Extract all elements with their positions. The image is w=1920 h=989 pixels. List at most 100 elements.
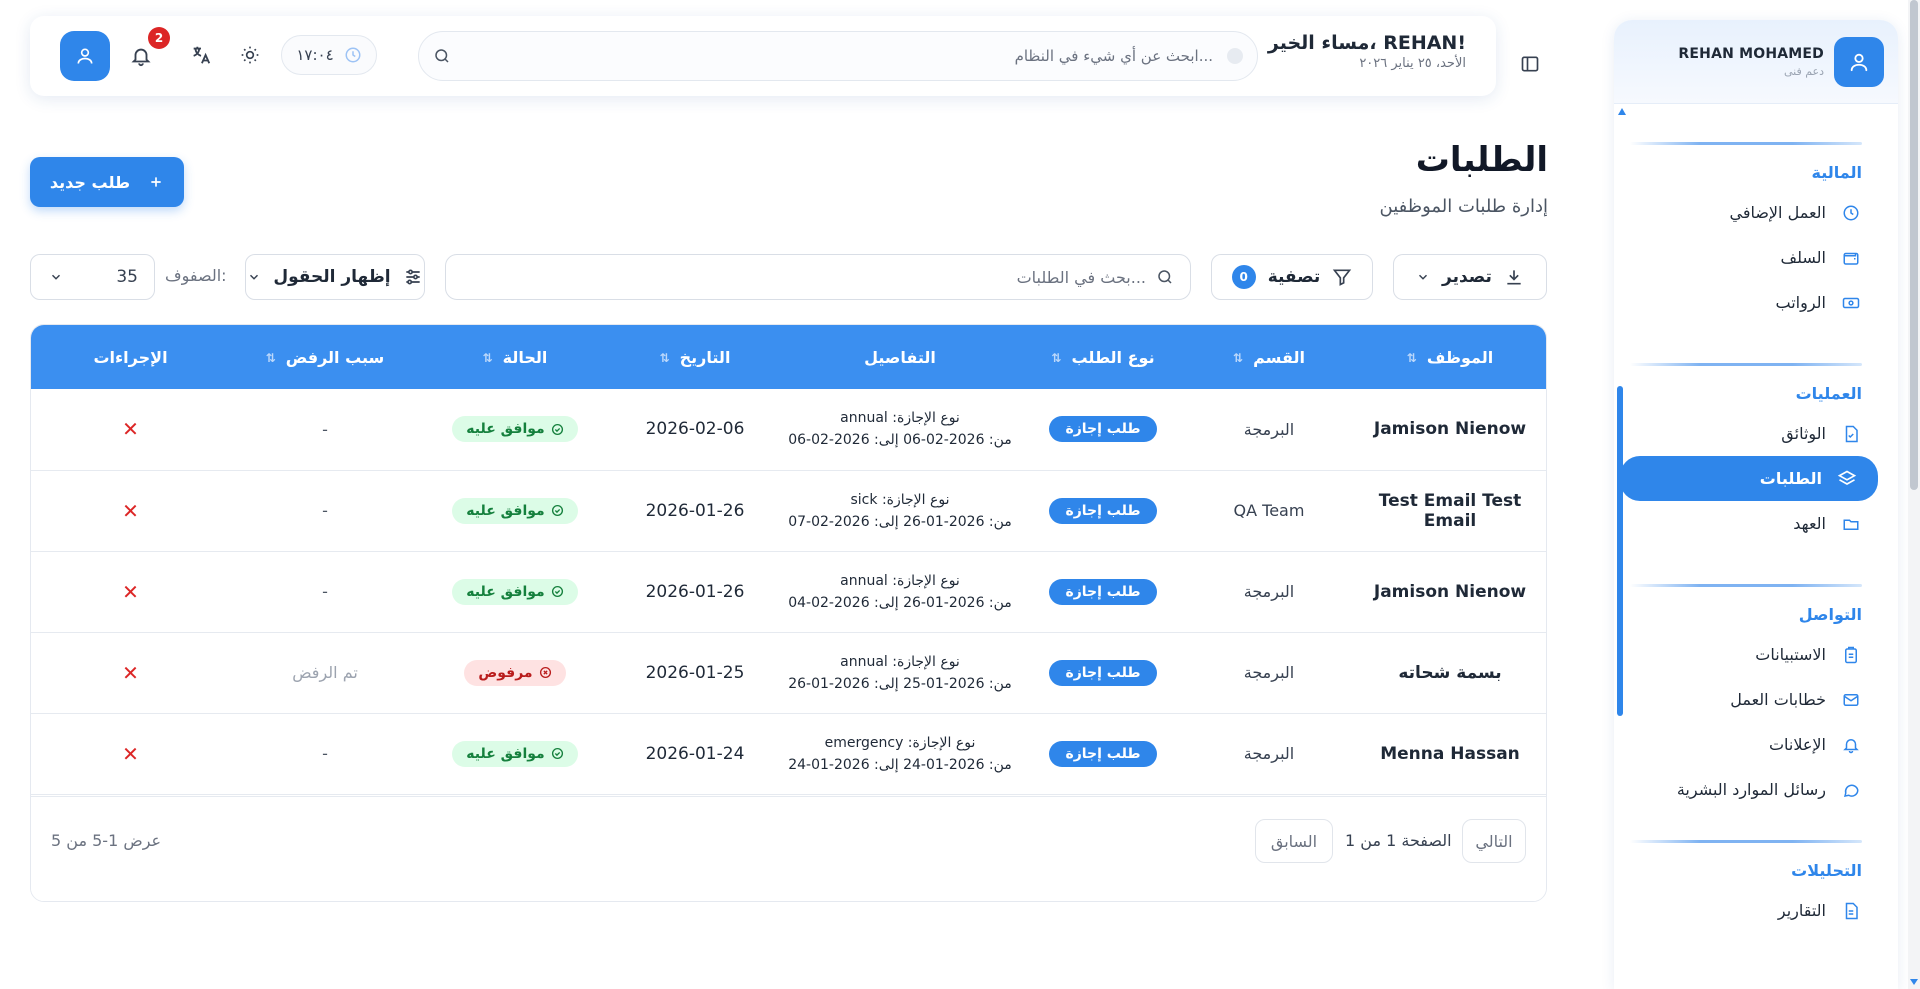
- filter-label: تصفية: [1267, 267, 1321, 287]
- sidebar-section-title: العمليات: [1795, 384, 1862, 403]
- table-row[interactable]: Jamison Nienow البرمجة طلب إجازة نوع الإجاز…: [31, 389, 1546, 470]
- global-search-input[interactable]: ابحث عن أي شيء في النظام...: [418, 31, 1258, 81]
- column-header-type[interactable]: نوع الطلب⇅: [1020, 325, 1186, 389]
- next-page-button[interactable]: التالي: [1462, 819, 1526, 863]
- cell-date: 2026-01-25: [645, 662, 745, 683]
- cell-status: موافق عليه: [420, 713, 610, 794]
- window-scrollbar[interactable]: [1908, 0, 1920, 989]
- file-text-icon: [1840, 902, 1862, 920]
- column-header-date[interactable]: التاريخ⇅: [610, 325, 780, 389]
- sort-icon: ⇅: [482, 351, 493, 365]
- notifications-bell-icon[interactable]: [130, 45, 152, 67]
- delete-x-icon[interactable]: ✕: [122, 417, 139, 441]
- detail-line-1: نوع الإجازة: annual: [840, 410, 960, 427]
- sidebar-item-documents[interactable]: الوثائق: [1630, 411, 1862, 456]
- sidebar-item-surveys[interactable]: الاستبيانات: [1630, 632, 1862, 677]
- show-fields-button[interactable]: إظهار الحقول: [245, 254, 425, 300]
- request-type-badge: طلب إجازة: [1049, 497, 1157, 524]
- sidebar-item-label: الطلبات: [1759, 469, 1822, 488]
- sidebar-scrollbar[interactable]: [1617, 386, 1623, 716]
- column-header-department[interactable]: القسم⇅: [1186, 325, 1352, 389]
- delete-x-icon[interactable]: ✕: [122, 580, 139, 604]
- column-header-reject-reason[interactable]: سبب الرفض⇅: [230, 325, 420, 389]
- table-row[interactable]: Test Email Test Email QA Team طلب إجازة نوع…: [31, 470, 1546, 551]
- column-header-employee[interactable]: الموظف⇅: [1352, 325, 1546, 389]
- sidebar-toggle-icon[interactable]: [1520, 54, 1540, 74]
- scroll-up-arrow-icon[interactable]: [1618, 108, 1626, 115]
- scrollbar-thumb[interactable]: [1910, 0, 1918, 490]
- request-type-badge: طلب إجازة: [1049, 659, 1157, 686]
- export-button[interactable]: تصدير: [1393, 254, 1547, 300]
- sidebar-section-communication: التواصل الاستبيانات خطابات العمل الإعلان…: [1614, 546, 1898, 812]
- table-row[interactable]: Menna Hassan البرمجة طلب إجازة نوع الإجازة:…: [31, 713, 1546, 794]
- page-subtitle: إدارة طلبات الموظفين: [1379, 196, 1549, 217]
- sidebar-item-reports[interactable]: التقارير: [1630, 888, 1862, 933]
- filter-button[interactable]: 0 تصفية: [1211, 254, 1373, 300]
- detail-line-1: نوع الإجازة: annual: [840, 572, 960, 589]
- filter-count-badge: 0: [1231, 265, 1256, 289]
- sidebar-item-label: رسائل الموارد البشرية: [1676, 780, 1826, 799]
- rows-per-page-select[interactable]: 35: [30, 254, 155, 300]
- cell-details: نوع الإجازة: annual من: 2026-01-26 إلى: 2…: [780, 551, 1020, 632]
- cell-date: 2026-02-06: [645, 419, 745, 440]
- cell-date: 2026-01-26: [645, 581, 745, 602]
- global-search-placeholder: ابحث عن أي شيء في النظام...: [1014, 47, 1213, 65]
- table-row[interactable]: Jamison Nienow البرمجة طلب إجازة نوع الإجاز…: [31, 551, 1546, 632]
- new-request-button[interactable]: طلب جديد: [30, 157, 184, 207]
- sidebar-item-advances[interactable]: السلف: [1630, 235, 1862, 280]
- detail-line-2: من: 2026-01-25 إلى: 2026-01-26: [788, 675, 1012, 692]
- sidebar-item-label: العهد: [1793, 514, 1826, 533]
- column-header-status[interactable]: الحالة⇅: [420, 325, 610, 389]
- show-fields-label: إظهار الحقول: [273, 267, 391, 287]
- sidebar-item-label: خطابات العمل: [1730, 690, 1826, 709]
- scroll-down-arrow-icon[interactable]: [1910, 979, 1918, 985]
- delete-x-icon[interactable]: ✕: [122, 661, 139, 685]
- sidebar-item-label: التقارير: [1777, 901, 1826, 920]
- sidebar-item-work-letters[interactable]: خطابات العمل: [1630, 677, 1862, 722]
- requests-search-input[interactable]: بحث في الطلبات...: [445, 254, 1191, 300]
- rows-per-page-label: الصفوف:: [165, 266, 227, 285]
- sidebar-item-requests[interactable]: الطلبات: [1620, 456, 1878, 501]
- cell-reject-reason: -: [322, 582, 328, 601]
- table-toolbar: تصدير 0 تصفية بحث في الطلبات... إظهار ال…: [30, 254, 1547, 300]
- sidebar-item-custody[interactable]: العهد: [1630, 501, 1862, 546]
- cell-department: البرمجة: [1243, 663, 1295, 682]
- section-divider: [1630, 363, 1862, 366]
- theme-toggle-sun-icon[interactable]: [240, 45, 260, 65]
- page-info: الصفحة 1 من 1: [1345, 831, 1452, 850]
- request-type-badge: طلب إجازة: [1049, 578, 1157, 605]
- sliders-icon: [403, 267, 423, 287]
- table-row[interactable]: بسمة شحاته البرمجة طلب إجازة نوع الإجازة: a…: [31, 632, 1546, 713]
- cell-reject-reason: -: [322, 419, 328, 439]
- file-check-icon: [1840, 425, 1862, 443]
- current-date: الأحد، ٢٥ يناير ٢٠٢٦: [1359, 56, 1466, 71]
- new-request-label: طلب جديد: [49, 172, 131, 192]
- plus-icon: [148, 174, 164, 190]
- sidebar-user-card[interactable]: REHAN MOHAMED دعم فنى: [1614, 20, 1898, 104]
- sidebar-item-label: العمل الإضافي: [1729, 203, 1826, 222]
- previous-page-button[interactable]: السابق: [1255, 819, 1333, 863]
- showing-count: عرض 1-5 من 5: [51, 831, 162, 850]
- detail-line-2: من: 2026-01-24 إلى: 2026-01-24: [788, 756, 1012, 773]
- cell-type: طلب إجازة: [1020, 713, 1186, 794]
- detail-line-1: نوع الإجازة: emergency: [824, 734, 976, 751]
- sidebar-item-announcements[interactable]: الإعلانات: [1630, 722, 1862, 767]
- chevron-down-icon: [247, 270, 261, 284]
- delete-x-icon[interactable]: ✕: [122, 742, 139, 766]
- delete-x-icon[interactable]: ✕: [122, 499, 139, 523]
- greeting-block: مساء الخير، REHAN! الأحد، ٢٥ يناير ٢٠٢٦: [1268, 32, 1466, 71]
- profile-button[interactable]: [60, 31, 110, 81]
- status-badge: موافق عليه: [452, 497, 578, 524]
- sidebar-item-salaries[interactable]: الرواتب: [1630, 280, 1862, 325]
- sidebar-item-overtime[interactable]: العمل الإضافي: [1630, 190, 1862, 235]
- cell-details: نوع الإجازة: annual من: 2026-02-06 إلى: 2…: [780, 389, 1020, 470]
- requests-search-placeholder: بحث في الطلبات...: [1016, 267, 1146, 287]
- cell-details: نوع الإجازة: annual من: 2026-01-25 إلى: 2…: [780, 632, 1020, 713]
- clipboard-icon: [1840, 646, 1862, 664]
- sidebar-nav: المالية العمل الإضافي السلف الرواتب العم…: [1614, 104, 1898, 933]
- detail-line-2: من: 2026-02-06 إلى: 2026-02-06: [788, 432, 1012, 449]
- detail-line-2: من: 2026-01-26 إلى: 2026-02-04: [788, 594, 1012, 611]
- sidebar-item-hr-messages[interactable]: رسائل الموارد البشرية: [1630, 767, 1862, 812]
- language-translate-icon[interactable]: [190, 44, 212, 66]
- sidebar-user-role: دعم فنى: [1783, 64, 1824, 78]
